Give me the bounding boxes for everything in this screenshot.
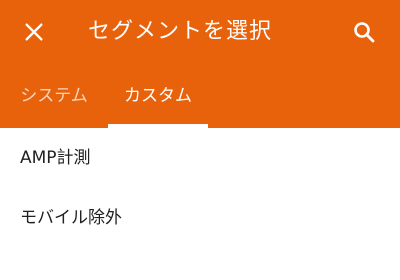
page-title: セグメントを選択	[88, 19, 273, 44]
tab-bar: システム カスタム	[0, 64, 400, 128]
tab-custom[interactable]: カスタム	[108, 64, 208, 128]
search-icon	[354, 22, 375, 43]
header: セグメントを選択 システム カスタム	[0, 0, 400, 128]
segment-item-amp[interactable]: AMP計測	[0, 128, 400, 188]
tab-system[interactable]: システム	[0, 64, 108, 128]
segment-item-mobile-exclude[interactable]: モバイル除外	[0, 188, 400, 248]
app-bar: セグメントを選択	[0, 0, 400, 64]
close-icon	[25, 23, 43, 41]
search-button[interactable]	[344, 12, 384, 52]
close-button[interactable]	[14, 12, 54, 52]
